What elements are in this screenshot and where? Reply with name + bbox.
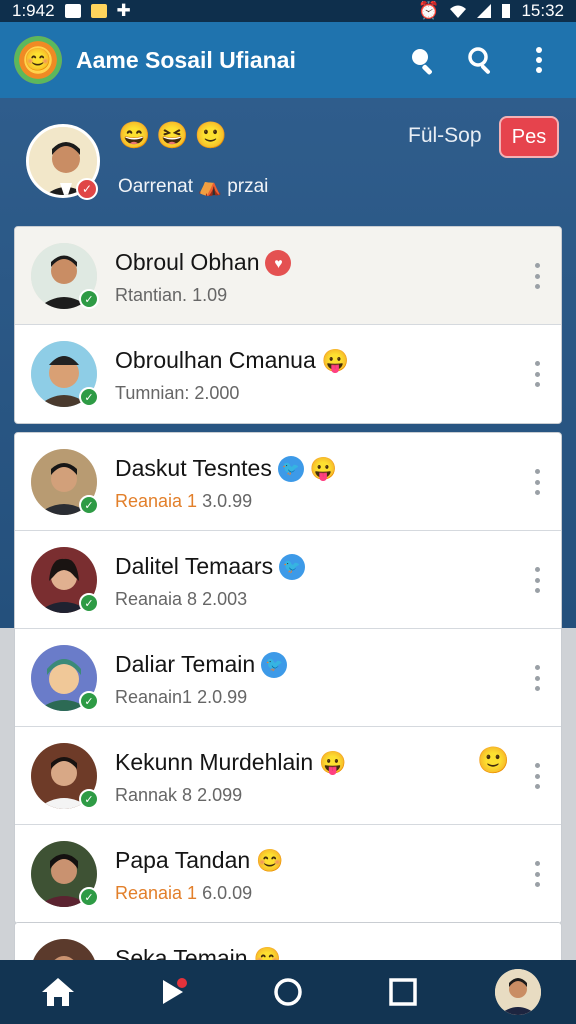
contact-name: Papa Tandan — [115, 847, 251, 873]
contact-meta-value: 6.0.09 — [202, 883, 253, 903]
avatar — [495, 969, 542, 1015]
profile-emojis: 😄 😆 🙂 — [118, 120, 227, 151]
heart-icon: ♥ — [265, 249, 292, 276]
twitter-icon: 🐦 — [261, 651, 288, 678]
more-vert-icon[interactable] — [531, 263, 543, 289]
status-time-right: 15:32 — [521, 1, 564, 20]
verified-check-icon: ✓ — [79, 495, 99, 515]
more-vert-icon[interactable] — [531, 469, 543, 495]
action-button[interactable]: Pes — [499, 116, 559, 158]
contact-name: Kekunn Murdehlain — [115, 749, 314, 775]
emoji-icon: 😛 — [319, 749, 347, 775]
verified-check-icon: ✓ — [79, 289, 99, 309]
emoji-icon: 🙂 — [194, 120, 228, 150]
wifi-icon — [450, 5, 467, 18]
verified-check-icon: ✓ — [79, 789, 99, 809]
app-logo: 😊 — [14, 36, 62, 84]
status-bar: 1:942 ✚ ⏰ 15:32 — [0, 0, 576, 22]
square-icon[interactable] — [373, 962, 433, 1022]
contact-meta-label: Rannak 8 — [115, 785, 193, 805]
contact-name: Dalitel Temaars — [115, 553, 274, 579]
contact-meta-value: 2.003 — [202, 589, 248, 609]
emoji-icon: 😄 — [118, 120, 151, 150]
more-vert-icon[interactable] — [531, 861, 543, 887]
contact-card: ✓ Obroul Obhan ♥ Rtantian. 1.09 ✓ Obroulh… — [14, 226, 562, 424]
more-vert-icon[interactable] — [531, 665, 543, 691]
contact-meta-label: Rtantian. — [115, 285, 188, 305]
status-time-left: 1:942 — [12, 1, 55, 20]
contact-meta-value: 2.0.99 — [197, 687, 248, 707]
verified-check-icon: ✓ — [79, 387, 99, 407]
home-icon[interactable] — [28, 962, 88, 1022]
emoji-icon: 😆 — [156, 120, 189, 150]
verified-badge-icon: ✓ — [76, 178, 98, 200]
verified-check-icon: ✓ — [79, 887, 99, 907]
emoji-icon: 😊 — [256, 847, 284, 873]
twitter-icon: 🐦 — [277, 455, 304, 482]
list-item[interactable]: ✓ Daskut Tesntes 🐦 😛 Reanaia 1 3.0.99 — [15, 433, 561, 531]
contact-meta-label: Reanaia 1 — [115, 491, 198, 511]
contact-meta-value: 1.09 — [192, 285, 228, 305]
contact-meta-label: Reanaia 1 — [115, 883, 198, 903]
list-item[interactable]: ✓ Kekunn Murdehlain 😛 🙂 Rannak 8 2.099 — [15, 727, 561, 825]
app-bar: 😊 Aame Sosail Ufianai — [0, 22, 576, 98]
list-item[interactable]: ✓ Papa Tandan 😊 Reanaia 1 6.0.09 — [15, 825, 561, 923]
search-icon[interactable] — [400, 37, 446, 83]
list-item[interactable]: ✓ Dalitel Temaars 🐦 Reanaia 8 2.003 — [15, 531, 561, 629]
emoji-icon: 😛 — [309, 455, 338, 481]
profile-status: Oarrenat ⛺ przai — [118, 176, 269, 197]
verified-check-icon: ✓ — [79, 593, 99, 613]
alarm-icon: ⏰ — [418, 1, 440, 20]
search-outline-icon[interactable] — [458, 37, 504, 83]
emoji-icon: 🙂 — [477, 745, 510, 775]
contact-meta-value: 3.0.99 — [202, 491, 253, 511]
circle-icon[interactable] — [258, 962, 318, 1022]
bottom-navigation — [0, 960, 576, 1024]
more-vert-icon[interactable] — [516, 37, 562, 83]
follow-label[interactable]: Fül-Sop — [408, 124, 482, 148]
contact-name: Obroulhan Cmanua — [115, 347, 316, 373]
notification-dot — [176, 978, 187, 988]
app-title: Aame Sosail Ufianai — [76, 46, 296, 73]
contact-meta-label: Reanaia 8 — [115, 589, 198, 609]
more-vert-icon[interactable] — [531, 361, 543, 387]
contact-meta-label: Tumnian: — [115, 383, 190, 403]
list-item[interactable]: ✓ Obroul Obhan ♥ Rtantian. 1.09 — [15, 227, 561, 325]
notification-icon — [64, 4, 81, 18]
battery-icon — [502, 4, 511, 18]
twitter-icon: 🐦 — [279, 553, 306, 580]
more-vert-icon[interactable] — [531, 567, 543, 593]
plus-icon: ✚ — [116, 1, 131, 20]
app-notification-icon — [90, 4, 107, 18]
contact-card: ✓ Daskut Tesntes 🐦 😛 Reanaia 1 3.0.99 ✓ Da… — [14, 432, 562, 924]
contact-meta-label: Reanain1 — [115, 687, 193, 707]
contact-meta-value: 2.099 — [197, 785, 243, 805]
list-item[interactable]: ✓ Daliar Temain 🐦 Reanain1 2.0.99 — [15, 629, 561, 727]
contact-meta-value: 2.000 — [194, 383, 240, 403]
list-item[interactable]: ✓ Obroulhan Cmanua 😛 Tumnian: 2.000 — [15, 325, 561, 423]
contact-name: Daliar Temain — [115, 651, 256, 677]
verified-check-icon: ✓ — [79, 691, 99, 711]
signal-icon — [477, 4, 492, 18]
contact-name: Obroul Obhan — [115, 249, 260, 275]
contact-name: Daskut Tesntes — [115, 455, 272, 481]
emoji-icon: 😛 — [321, 347, 350, 373]
more-vert-icon[interactable] — [531, 763, 543, 789]
play-icon[interactable] — [143, 962, 203, 1022]
profile-tab[interactable] — [488, 962, 548, 1022]
